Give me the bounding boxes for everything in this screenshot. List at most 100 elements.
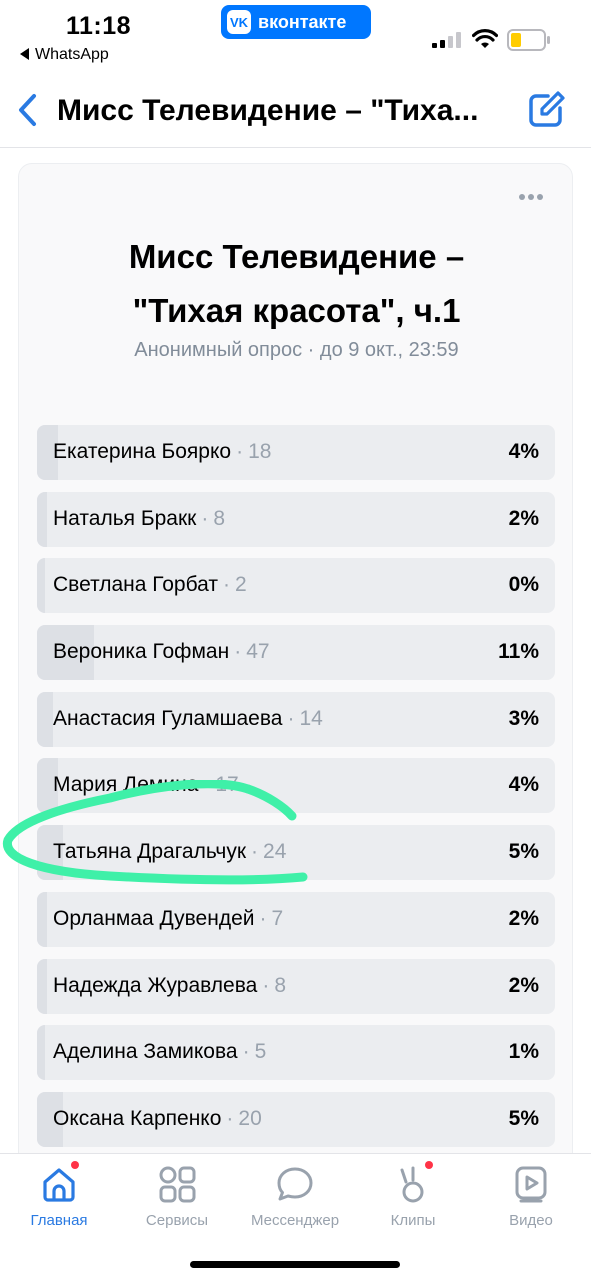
separator-dot: · [287,706,295,730]
poll-subtitle: Анонимный опрос · до 9 окт., 23:59 [134,339,459,361]
poll-option-percent: 2% [508,973,539,997]
poll-option-votes: 17 [215,773,239,797]
poll-option-name: Вероника Гофман [53,640,230,664]
poll-option-percent: 4% [508,440,539,463]
poll-option-text: Аделина Замикова · 5 [53,1040,266,1064]
poll-option-name: Орланмаа Дувендей [53,906,255,930]
back-chevron-icon[interactable] [14,92,44,128]
nav-services[interactable]: Сервисы [118,1164,236,1229]
poll-option-votes: 8 [213,506,226,530]
poll-option-votes: 2 [234,573,247,597]
poll-option-name: Екатерина Боярко [53,440,232,463]
poll-option-text: Светлана Горбат · 2 [53,573,247,597]
separator-dot: · [203,773,211,797]
poll-option-name: Светлана Горбат [53,573,218,597]
edit-icon[interactable] [526,90,566,130]
poll-option-text: Мария Демина · 17 [53,773,239,797]
poll-option-votes: 5 [254,1040,267,1064]
wifi-icon [472,29,498,48]
nav-label: Сервисы [145,1212,209,1229]
separator-dot: · [262,973,270,997]
poll-option-percent: 0% [508,573,539,597]
separator-dot: · [222,573,230,597]
video-icon [515,1166,547,1203]
poll-option[interactable]: Оксана Карпенко · 20 5% [37,1091,555,1147]
nav-label: Видео [509,1212,553,1229]
back-to-app-link[interactable]: WhatsApp [20,46,109,64]
poll-option-percent: 5% [508,840,539,864]
poll-option[interactable]: Мария Демина · 17 4% [37,758,555,814]
poll-option-text: Наталья Бракк · 8 [53,507,225,531]
separator-dot: · [234,640,242,664]
separator-dot: · [226,1106,234,1130]
poll-option-votes: 8 [274,973,287,997]
poll-option-fill [37,491,48,547]
poll-title-line2: "Тихая красота", ч.1 [132,292,461,329]
nav-clips[interactable]: Клипы [354,1161,472,1229]
status-bar: 11:18 WhatsApp VK вконтакте [0,0,591,72]
poll-option-name: Анастасия Гуламшаева [53,706,283,730]
back-triangle-icon [20,48,29,60]
poll-option-fill [37,891,48,947]
battery-icon [507,29,550,51]
poll-option-text: Вероника Гофман · 47 [53,640,270,664]
poll-option-fill [37,1025,45,1081]
home-icon [43,1168,75,1202]
clock: 11:18 [66,12,132,40]
poll-option[interactable]: Наталья Бракк · 8 2% [37,491,555,547]
poll-option-name: Мария Демина [53,773,199,797]
poll-option[interactable]: Татьяна Драгальчук · 24 5% [37,825,555,881]
poll-option-percent: 11% [498,640,539,664]
poll-option-votes: 7 [271,906,284,930]
poll-option-percent: 5% [508,1106,539,1130]
poll-option-fill [37,558,45,614]
top-header: Мисс Телевидение – "Тиха... [0,78,591,148]
poll-options-list: Екатерина Боярко · 18 4% Наталья Бракк · 8 2% Св… [37,425,555,1159]
poll-option[interactable]: Надежда Журавлева · 8 2% [37,958,555,1014]
poll-option-name: Наталья Бракк [53,506,197,530]
vk-badge: VK вконтакте [221,5,371,39]
vk-logo-icon: VK [227,10,251,34]
messenger-icon [277,1167,313,1201]
separator-dot: · [236,440,244,463]
nav-messenger[interactable]: Мессенджер [236,1164,354,1229]
notification-dot [71,1161,79,1169]
cellular-signal-icon [432,32,461,48]
poll-option-fill [37,691,53,747]
poll-option-text: Надежда Журавлева · 8 [53,974,286,998]
services-icon [159,1166,196,1203]
poll-option-votes: 20 [238,1106,262,1130]
more-options-icon[interactable] [518,192,544,202]
nav-video[interactable]: Видео [472,1164,590,1229]
poll-option-percent: 3% [508,706,539,730]
separator-dot: · [251,840,259,864]
poll-option-text: Оксана Карпенко · 20 [53,1107,262,1131]
poll-option[interactable]: Орланмаа Дувендей · 7 2% [37,891,555,947]
page-title: Мисс Телевидение – "Тиха... [57,94,479,127]
poll-option-votes: 24 [263,840,287,864]
poll-option[interactable]: Аделина Замикова · 5 1% [37,1025,555,1081]
notification-dot [425,1161,433,1169]
vk-label: вконтакте [258,11,347,32]
poll-option-name: Татьяна Драгальчук [53,840,247,864]
poll-option-votes: 14 [299,706,323,730]
nav-label: Клипы [390,1212,436,1229]
nav-label: Мессенджер [250,1212,340,1229]
nav-label: Главная [30,1212,88,1229]
separator-dot: · [201,506,209,530]
nav-home[interactable]: Главная [0,1161,118,1229]
clips-icon [400,1166,424,1203]
poll-option-text: Татьяна Драгальчук · 24 [53,840,286,864]
poll-title: Мисс Телевидение – "Тихая красота", ч.1 [19,230,574,338]
home-indicator [190,1261,400,1268]
poll-title-line1: Мисс Телевидение – [128,238,465,275]
poll-option-percent: 2% [508,906,539,930]
poll-option-name: Надежда Журавлева [53,973,258,997]
poll-option[interactable]: Анастасия Гуламшаева · 14 3% [37,691,555,747]
poll-option[interactable]: Вероника Гофман · 47 11% [37,625,555,681]
poll-option-text: Анастасия Гуламшаева · 14 [53,707,323,731]
poll-option-name: Аделина Замикова [53,1040,238,1064]
poll-option[interactable]: Екатерина Боярко · 18 4% [37,425,555,480]
poll-option-fill [37,958,48,1014]
poll-option[interactable]: Светлана Горбат · 2 0% [37,558,555,614]
